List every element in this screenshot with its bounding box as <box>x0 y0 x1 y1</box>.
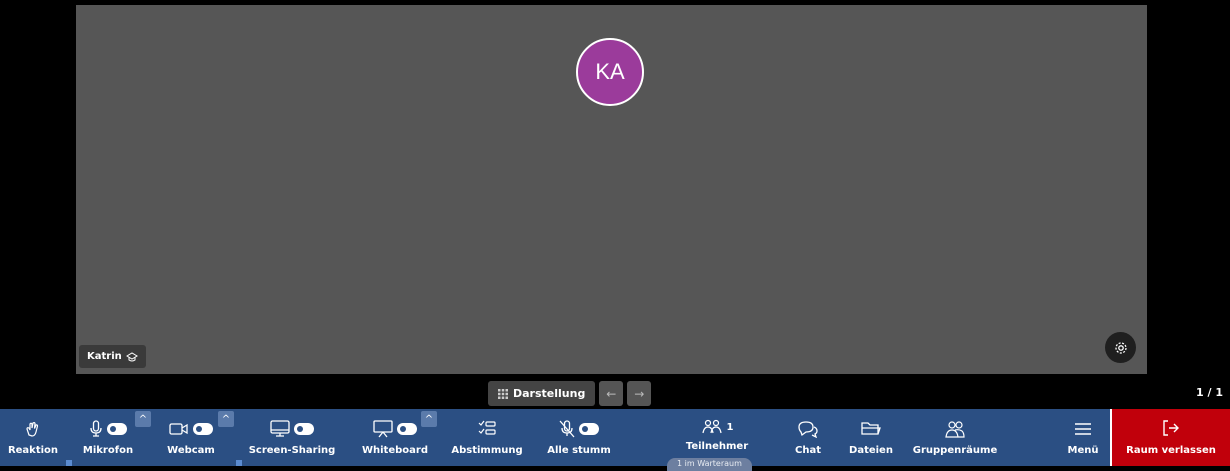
indicator-dot <box>236 460 242 466</box>
chevron-up-icon: ^ <box>424 413 434 425</box>
whiteboard-label: Whiteboard <box>361 445 428 456</box>
files-button[interactable]: Dateien <box>845 409 897 466</box>
files-label: Dateien <box>849 445 893 456</box>
breakout-rooms-label: Gruppenräume <box>912 445 998 456</box>
hand-wave-icon <box>26 422 39 437</box>
avatar-initials: KA <box>595 59 625 84</box>
arrow-right-icon: → <box>634 386 645 401</box>
microphone-toggle[interactable] <box>107 423 127 435</box>
layout-button[interactable]: Darstellung <box>488 381 596 406</box>
microphone-options-button[interactable]: ^ <box>135 411 151 427</box>
screen-sharing-toggle[interactable] <box>294 423 314 435</box>
poll-label: Abstimmung <box>451 445 523 456</box>
chat-label: Chat <box>795 445 821 456</box>
participant-avatar: KA <box>576 38 644 106</box>
microphone-icon <box>90 420 102 437</box>
video-settings-button[interactable] <box>1105 332 1136 363</box>
grid-icon <box>498 388 508 399</box>
gear-icon <box>1114 341 1127 354</box>
arrow-left-icon: ← <box>606 386 617 401</box>
microphone-button[interactable]: Mikrofon <box>78 409 138 466</box>
participants-count: 1 <box>726 421 734 433</box>
waiting-room-badge[interactable]: 1 im Warteraum <box>667 458 752 471</box>
mute-all-toggle[interactable] <box>579 423 599 435</box>
chevron-up-icon: ^ <box>221 413 231 425</box>
reaction-label: Reaktion <box>7 445 59 456</box>
webcam-label: Webcam <box>167 445 215 456</box>
leave-room-label: Raum verlassen <box>1126 445 1216 456</box>
layout-controls: Darstellung ← → <box>488 381 652 406</box>
page-indicator: 1 / 1 <box>1196 386 1223 399</box>
hamburger-icon <box>1075 423 1091 435</box>
poll-button[interactable]: Abstimmung <box>447 409 527 466</box>
menu-label: Menü <box>1067 445 1099 456</box>
webcam-button[interactable]: Webcam <box>158 409 224 466</box>
chat-button[interactable]: Chat <box>788 409 828 466</box>
participant-name-tag: Katrin <box>79 345 146 368</box>
prev-page-button[interactable]: ← <box>599 381 624 406</box>
microphone-label: Mikrofon <box>82 445 134 456</box>
next-page-button[interactable]: → <box>627 381 652 406</box>
whiteboard-toggle[interactable] <box>397 423 417 435</box>
camera-icon <box>169 423 188 435</box>
indicator-dot <box>66 460 72 466</box>
users-icon <box>701 419 722 434</box>
whiteboard-icon <box>373 420 393 438</box>
webcam-options-button[interactable]: ^ <box>218 411 234 427</box>
poll-icon <box>478 420 496 435</box>
folder-icon <box>861 422 881 435</box>
layout-label: Darstellung <box>513 387 586 400</box>
monitor-icon <box>270 420 290 437</box>
exit-icon <box>1163 420 1179 436</box>
screen-sharing-label: Screen-Sharing <box>248 445 336 456</box>
reaction-button[interactable]: Reaktion <box>0 409 66 466</box>
breakout-rooms-button[interactable]: Gruppenräume <box>904 409 1006 466</box>
chat-icon <box>798 421 818 438</box>
group-icon <box>945 421 965 438</box>
mute-all-button[interactable]: Alle stumm <box>542 409 616 466</box>
video-stage: KA Katrin <box>76 5 1147 374</box>
bottom-toolbar: Reaktion Mikrofon ^ Webcam ^ Screen-Shar… <box>0 409 1230 471</box>
microphone-off-icon <box>559 420 575 438</box>
menu-button[interactable]: Menü <box>1063 409 1103 466</box>
whiteboard-options-button[interactable]: ^ <box>421 411 437 427</box>
participants-label: Teilnehmer <box>685 441 749 452</box>
chevron-up-icon: ^ <box>138 413 148 425</box>
moderator-icon <box>125 351 138 362</box>
leave-room-button[interactable]: Raum verlassen <box>1112 409 1230 466</box>
participant-name: Katrin <box>87 351 122 362</box>
screen-sharing-button[interactable]: Screen-Sharing <box>244 409 340 466</box>
mute-all-label: Alle stumm <box>547 445 611 456</box>
webcam-toggle[interactable] <box>193 423 213 435</box>
